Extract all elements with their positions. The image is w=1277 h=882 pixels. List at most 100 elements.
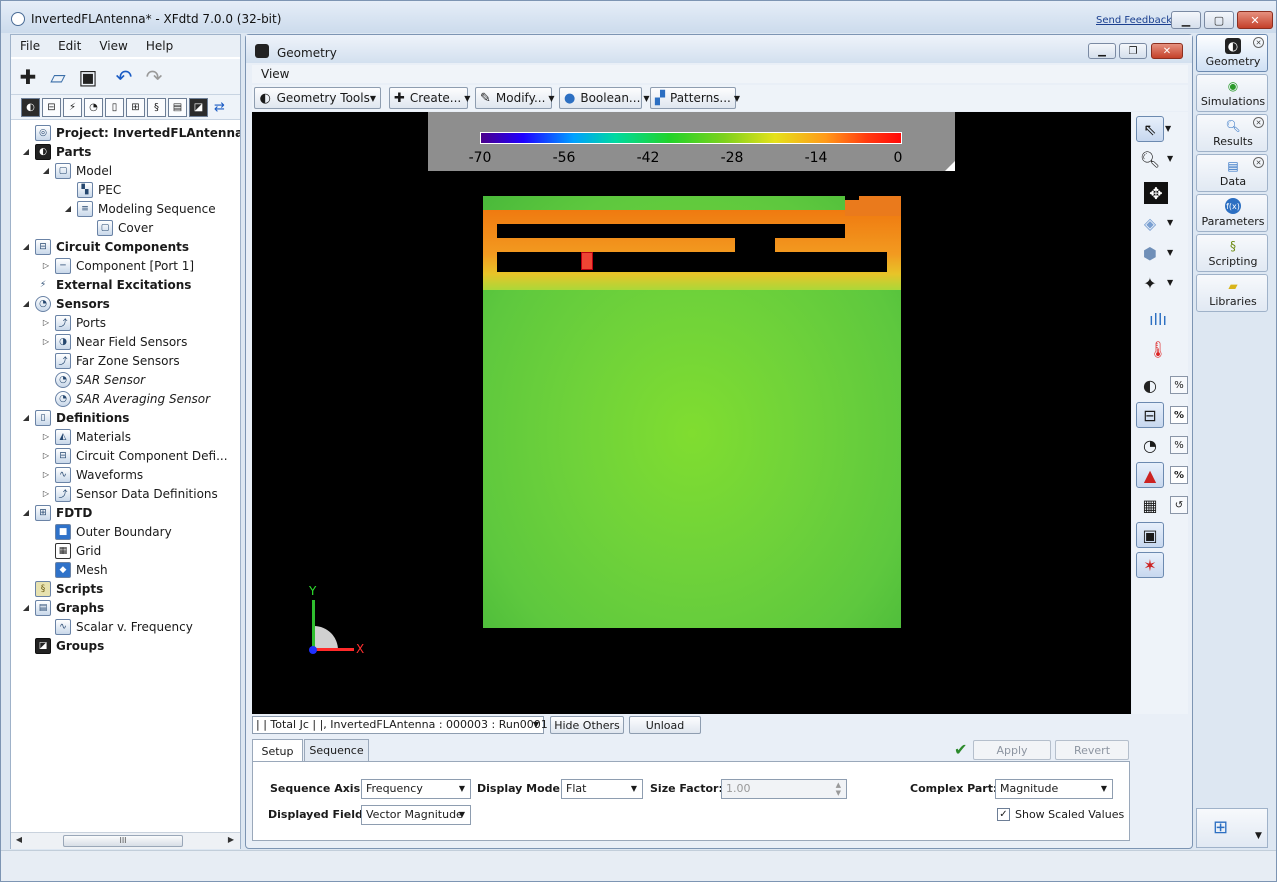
expander-icon[interactable]: ▷ — [41, 451, 51, 460]
geometry-minimize-button[interactable]: ▁ — [1088, 43, 1116, 59]
tab-libraries[interactable]: ▰ Libraries — [1196, 274, 1268, 312]
sequence-axis-select[interactable]: Frequency ▼ — [361, 779, 471, 799]
menu-edit[interactable]: Edit — [49, 39, 90, 53]
new-project-icon[interactable]: ✚ — [15, 64, 41, 90]
undo-icon[interactable]: ↶ — [111, 64, 137, 90]
reset-view-icon[interactable]: ↺ — [1170, 496, 1188, 514]
patterns-dropdown[interactable]: ▞ Patterns... ▼ — [650, 87, 740, 109]
expander-icon[interactable]: ◢ — [21, 413, 31, 422]
unload-button[interactable]: Unload — [629, 716, 701, 734]
tree-item-sensor-data-definitions[interactable]: ▷ ⤴ Sensor Data Definitions — [41, 484, 218, 503]
scroll-thumb[interactable]: III — [63, 835, 183, 847]
groups-icon[interactable]: ◪ — [189, 98, 208, 117]
results-visibility-icon[interactable]: ▲ — [1136, 462, 1164, 488]
apply-button[interactable]: Apply — [973, 740, 1051, 760]
tree-item-fdtd[interactable]: ◢ ⊞ FDTD — [21, 503, 92, 522]
save-icon[interactable]: ▣ — [75, 64, 101, 90]
tree-item-outer-boundary[interactable]: ■ Outer Boundary — [41, 522, 172, 541]
chevron-down-icon[interactable]: ▼ — [1167, 248, 1173, 257]
tree-item-materials[interactable]: ▷ ◭ Materials — [41, 427, 131, 446]
zoom-icon[interactable]: 🔍︎ — [1136, 146, 1164, 172]
tree-item-pec[interactable]: ▚ PEC — [63, 180, 121, 199]
fdtd-icon[interactable]: ⊞ — [126, 98, 145, 117]
tree-item-cover[interactable]: ▢ Cover — [83, 218, 153, 237]
tab-simulations[interactable]: ◉ Simulations — [1196, 74, 1268, 112]
tree-item-waveforms[interactable]: ▷ ∿ Waveforms — [41, 465, 143, 484]
display-mode-select[interactable]: Flat ▼ — [561, 779, 643, 799]
tree-item-scalar-v-frequency[interactable]: ∿ Scalar v. Frequency — [41, 617, 193, 636]
menu-help[interactable]: Help — [137, 39, 182, 53]
thermometer-icon[interactable]: 🌡︎ — [1144, 336, 1172, 362]
modify-dropdown[interactable]: ✎ Modify... ▼ — [475, 87, 555, 109]
tab-sequence[interactable]: Sequence — [304, 739, 369, 761]
close-icon[interactable]: ✕ — [1253, 117, 1264, 128]
tree-item-sar-averaging-sensor[interactable]: ◔ SAR Averaging Sensor — [41, 389, 210, 408]
expander-icon[interactable]: ◢ — [21, 508, 31, 517]
results-transparency-toggle[interactable]: % — [1170, 466, 1188, 484]
expander-icon[interactable]: ▷ — [41, 261, 51, 270]
spectrum-icon[interactable]: ıllı — [1144, 306, 1172, 332]
light-pick-icon[interactable]: ✦ — [1136, 270, 1164, 296]
tree-item-sensors[interactable]: ◢ ◔ Sensors — [21, 294, 110, 313]
scripts-icon[interactable]: § — [147, 98, 166, 117]
tab-data[interactable]: ▤ Data ✕ — [1196, 154, 1268, 192]
show-scaled-values-checkbox[interactable]: ✓ — [997, 808, 1010, 821]
open-project-icon[interactable]: ▱ — [45, 64, 71, 90]
expander-icon[interactable]: ◢ — [21, 147, 31, 156]
layout-switcher[interactable]: ⊞ ▼ — [1196, 808, 1268, 848]
result-selector[interactable]: | | Total Jc | |, InvertedFLAntenna : 00… — [252, 716, 548, 734]
chevron-down-icon[interactable]: ▼ — [1255, 831, 1262, 841]
validate-check-icon[interactable]: ✔ — [954, 740, 967, 759]
create-dropdown[interactable]: ✚ Create... ▼ — [389, 87, 470, 109]
parts-transparency-toggle[interactable]: % — [1170, 376, 1188, 394]
expander-icon[interactable]: ◢ — [21, 242, 31, 251]
tree-item-far-zone-sensors[interactable]: ⤴ Far Zone Sensors — [41, 351, 180, 370]
minimize-button[interactable]: ▁ — [1171, 11, 1201, 29]
3d-viewport[interactable]: -70 -56 -42 -28 -14 0 Y X — [252, 112, 1131, 714]
tree-item-definitions[interactable]: ◢ ▯ Definitions — [21, 408, 129, 427]
chevron-down-icon[interactable]: ▼ — [1167, 278, 1173, 287]
expander-icon[interactable]: ◢ — [63, 204, 73, 213]
geometry-tools-dropdown[interactable]: ◐ Geometry Tools ▼ — [254, 87, 381, 109]
expander-icon[interactable]: ◢ — [21, 603, 31, 612]
send-feedback-link[interactable]: Send Feedback — [1096, 15, 1172, 26]
circuit-icon[interactable]: ⊟ — [42, 98, 61, 117]
expander-icon[interactable]: ▷ — [41, 432, 51, 441]
snapshot-icon[interactable]: ▣ — [1136, 522, 1164, 548]
definitions-icon[interactable]: ▯ — [105, 98, 124, 117]
circuit-transparency-toggle[interactable]: % — [1170, 406, 1188, 424]
sensor-visibility-icon[interactable]: ◔ — [1136, 432, 1164, 458]
tree-item-project[interactable]: ◎ Project: InvertedFLAntenna — [21, 123, 240, 142]
tab-setup[interactable]: Setup — [252, 739, 303, 762]
close-icon[interactable]: ✕ — [1253, 157, 1264, 168]
tree-item-model[interactable]: ◢ ▢ Model — [41, 161, 112, 180]
tree-item-grid[interactable]: ▦ Grid — [41, 541, 101, 560]
tree-item-circuit-component-definitions[interactable]: ▷ ⊟ Circuit Component Defi... — [41, 446, 228, 465]
tree-item-sar-sensor[interactable]: ◔ SAR Sensor — [41, 370, 145, 389]
geometry-restore-button[interactable]: ❐ — [1119, 43, 1147, 59]
pan-icon[interactable]: ✥ — [1144, 182, 1168, 204]
expander-icon[interactable]: ◢ — [21, 299, 31, 308]
chevron-down-icon[interactable]: ▼ — [1165, 124, 1171, 133]
tree-item-parts[interactable]: ◢ ◐ Parts — [21, 142, 91, 161]
close-icon[interactable]: ✕ — [1253, 37, 1264, 48]
results-tools-icon[interactable]: ✶ — [1136, 552, 1164, 578]
circuit-visibility-icon[interactable]: ⊟ — [1136, 402, 1164, 428]
tab-scripting[interactable]: § Scripting — [1196, 234, 1268, 272]
tree-item-component-port1[interactable]: ▷ ─ Component [Port 1] — [41, 256, 194, 275]
horizontal-scrollbar[interactable]: ◀ III ▶ — [11, 832, 240, 849]
parts-icon[interactable]: ◐ — [21, 98, 40, 117]
tree-item-graphs[interactable]: ◢ ▤ Graphs — [21, 598, 104, 617]
redo-icon[interactable]: ↷ — [141, 64, 167, 90]
excitation-icon[interactable]: ⚡ — [63, 98, 82, 117]
tree-item-ports[interactable]: ▷ ⤴ Ports — [41, 313, 106, 332]
tree-item-mesh[interactable]: ◆ Mesh — [41, 560, 108, 579]
boolean-dropdown[interactable]: ● Boolean... ▼ — [559, 87, 650, 109]
legend-resize-handle[interactable] — [945, 161, 955, 171]
complex-part-select[interactable]: Magnitude ▼ — [995, 779, 1113, 799]
displayed-field-select[interactable]: Vector Magnitude ▼ — [361, 805, 471, 825]
sensor-transparency-toggle[interactable]: % — [1170, 436, 1188, 454]
tab-geometry[interactable]: ◐ Geometry ✕ — [1196, 34, 1268, 72]
menu-file[interactable]: File — [11, 39, 49, 53]
menu-view[interactable]: View — [90, 39, 136, 53]
